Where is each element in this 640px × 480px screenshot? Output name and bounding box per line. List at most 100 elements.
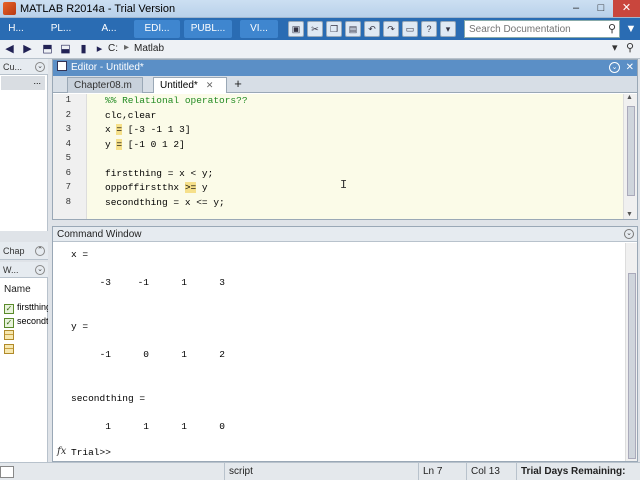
command-window-header: Command Window ⌄ bbox=[53, 227, 637, 242]
minimize-button[interactable]: – bbox=[564, 0, 588, 17]
new-tab-button[interactable]: + bbox=[229, 77, 247, 93]
expand-icon[interactable]: ⌃ bbox=[35, 246, 45, 256]
text-cursor-icon: I bbox=[340, 178, 348, 192]
output-variable-label: x = bbox=[71, 249, 89, 260]
output-value: -1 bbox=[99, 349, 111, 360]
customize-icon[interactable]: ▾ bbox=[440, 21, 456, 37]
switch-windows-icon[interactable]: ▭ bbox=[402, 21, 418, 37]
code-line[interactable]: %% Relational operators?? bbox=[105, 95, 248, 106]
trial-days-remaining: Trial Days Remaining: 131 bbox=[516, 463, 640, 480]
workspace-name-column-header[interactable]: Name bbox=[4, 284, 48, 299]
var-name: secondthing bbox=[17, 316, 48, 326]
close-editor-icon[interactable]: ✕ bbox=[626, 60, 634, 76]
editor-scrollbar[interactable]: ▲ ▼ bbox=[623, 94, 637, 219]
workspace-var-secondthing[interactable]: ✓secondthing bbox=[4, 316, 48, 329]
tab-label: Chapter08.m bbox=[74, 80, 132, 91]
paste-icon[interactable]: ▤ bbox=[345, 21, 361, 37]
funnel-icon[interactable]: ▼ bbox=[624, 21, 638, 37]
browse-folder-icon[interactable]: ⬓ bbox=[58, 42, 73, 57]
tab-chapter08[interactable]: Chapter08.m bbox=[67, 77, 143, 93]
command-window[interactable]: Command Window ⌄ x = -3 -1 1 3 y = -1 0 1 2 second… bbox=[52, 226, 638, 462]
tab-untitled[interactable]: Untitled* ✕ bbox=[153, 77, 227, 93]
output-variable-label: y = bbox=[71, 321, 89, 332]
line-number: 6 bbox=[65, 167, 71, 178]
close-tab-icon[interactable]: ✕ bbox=[206, 80, 214, 90]
code-token: [-3 -1 1 3] bbox=[122, 124, 191, 135]
current-folder-header[interactable]: Cu... ⌄ bbox=[0, 59, 48, 75]
output-value: -3 bbox=[99, 277, 111, 288]
workspace-var-x[interactable]: x bbox=[4, 330, 48, 343]
code-area[interactable]: 1 2 3 4 5 6 7 8 %% Relational operators?? clc,cl… bbox=[53, 94, 637, 219]
output-value: 1 bbox=[143, 421, 149, 432]
pane-menu-icon[interactable]: ⌄ bbox=[35, 265, 45, 275]
status-line-number: Ln 7 bbox=[418, 463, 466, 480]
tab-editor[interactable]: EDI... bbox=[134, 20, 180, 38]
workspace-var-y[interactable]: y bbox=[4, 344, 48, 357]
matlab-logo-icon bbox=[3, 2, 16, 15]
search-icon[interactable]: ⚲ bbox=[608, 22, 616, 35]
code-line[interactable]: x = [-3 -1 1 3] bbox=[105, 124, 191, 135]
command-window-scrollbar[interactable] bbox=[625, 243, 637, 461]
code-line[interactable]: y = [-1 0 1 2] bbox=[105, 138, 185, 150]
workspace-title: W... bbox=[3, 265, 19, 275]
search-folder-icon[interactable]: ⚲ bbox=[626, 41, 634, 54]
row-menu[interactable]: ... bbox=[33, 76, 41, 86]
path-folder[interactable]: Matlab bbox=[134, 43, 164, 54]
path-drive[interactable]: C: bbox=[108, 43, 118, 54]
line-number: 2 bbox=[65, 109, 71, 120]
editor-tab-strip: Chapter08.m Untitled* ✕ + bbox=[53, 76, 637, 93]
command-window-title: Command Window bbox=[57, 229, 142, 240]
code-line[interactable]: oppoffirstthx >= y bbox=[105, 182, 208, 193]
back-arrow-icon[interactable]: ◀ bbox=[2, 42, 17, 57]
save-icon[interactable]: ▣ bbox=[288, 21, 304, 37]
code-token: clc,clear bbox=[105, 109, 157, 121]
command-prompt[interactable]: Trial>> bbox=[71, 447, 111, 458]
scroll-thumb[interactable] bbox=[628, 273, 636, 459]
function-browser-icon[interactable]: fx bbox=[57, 446, 66, 457]
status-file-type: script bbox=[224, 463, 416, 480]
scroll-thumb[interactable] bbox=[627, 106, 635, 196]
numeric-array-icon bbox=[4, 344, 14, 354]
copy-icon[interactable]: ❐ bbox=[326, 21, 342, 37]
file-row[interactable]: ... bbox=[1, 76, 45, 90]
workspace-header[interactable]: W... ⌄ bbox=[0, 262, 48, 278]
editor-menu-icon[interactable]: ⌄ bbox=[609, 62, 620, 73]
output-value: 1 bbox=[181, 349, 187, 360]
code-line[interactable]: secondthing = x <= y; bbox=[105, 197, 225, 208]
details-header[interactable]: Chap ⌃ bbox=[0, 242, 48, 260]
current-folder-title: Cu... bbox=[3, 62, 23, 72]
code-line[interactable]: firstthing = x < y; bbox=[105, 168, 213, 179]
tab-publish[interactable]: PUBL... bbox=[184, 20, 232, 38]
up-folder-icon[interactable]: ⬒ bbox=[40, 42, 55, 57]
line-number: 5 bbox=[65, 153, 71, 163]
pane-menu-icon[interactable]: ⌄ bbox=[35, 62, 45, 72]
chevron-right-icon: ▸ bbox=[96, 43, 103, 55]
search-documentation-box[interactable]: ⚲ bbox=[464, 20, 620, 38]
line-number: 3 bbox=[65, 124, 71, 134]
line-number: 8 bbox=[65, 196, 71, 207]
output-value: 3 bbox=[219, 277, 225, 288]
close-button[interactable]: ✕ bbox=[613, 0, 640, 17]
cut-icon[interactable]: ✂ bbox=[307, 21, 323, 37]
redo-icon[interactable]: ↷ bbox=[383, 21, 399, 37]
scroll-down-icon[interactable]: ▼ bbox=[626, 211, 633, 218]
search-input[interactable] bbox=[465, 21, 603, 37]
tab-plots[interactable]: PL... bbox=[46, 20, 76, 38]
workspace-pane: W... ⌄ Name ✓firstthing ✓secondthing x y bbox=[0, 262, 48, 462]
undo-icon[interactable]: ↶ bbox=[364, 21, 380, 37]
tab-apps[interactable]: A... bbox=[96, 20, 122, 38]
line-number-gutter: 1 2 3 4 5 6 7 8 bbox=[53, 94, 87, 219]
maximize-button[interactable]: □ bbox=[589, 0, 613, 17]
pane-menu-icon[interactable]: ⌄ bbox=[624, 229, 634, 239]
forward-arrow-icon[interactable]: ▶ bbox=[20, 42, 35, 57]
tab-view[interactable]: VI... bbox=[240, 20, 278, 38]
workspace-var-firstthing[interactable]: ✓ firstthing bbox=[4, 302, 48, 315]
chevron-down-icon[interactable]: ▾ bbox=[612, 41, 618, 54]
scroll-up-icon[interactable]: ▲ bbox=[626, 94, 633, 101]
code-line[interactable]: clc,clear bbox=[105, 110, 156, 121]
help-icon[interactable]: ? bbox=[421, 21, 437, 37]
output-value: 2 bbox=[219, 349, 225, 360]
title-bar: MATLAB R2014a - Trial Version – □ ✕ bbox=[0, 0, 640, 18]
current-folder-pane: Cu... ⌄ ... bbox=[0, 59, 48, 231]
tab-home[interactable]: H... bbox=[4, 20, 28, 38]
